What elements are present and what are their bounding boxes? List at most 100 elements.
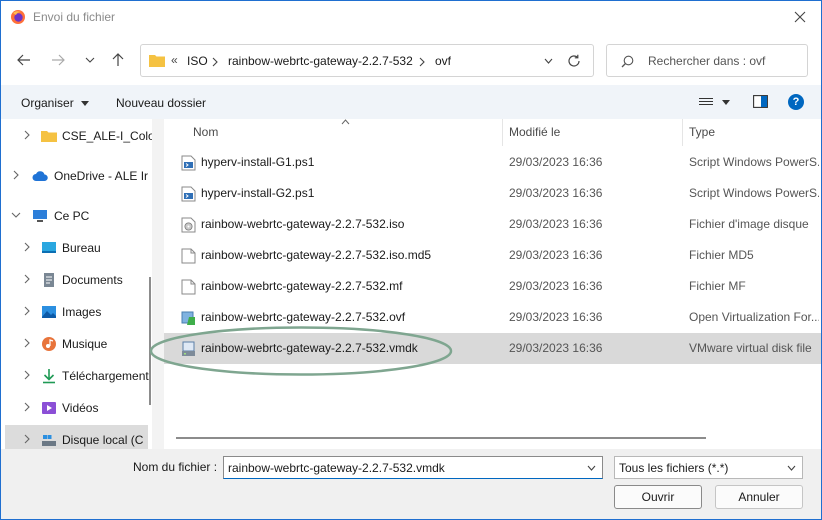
chevron-right-icon[interactable] xyxy=(22,273,32,285)
column-modified[interactable]: Modifié le xyxy=(509,125,560,139)
search-box[interactable]: Rechercher dans : ovf xyxy=(606,44,808,77)
chevron-down-icon xyxy=(85,57,95,63)
chevron-down-icon[interactable] xyxy=(544,58,553,64)
recent-locations-button[interactable] xyxy=(81,51,99,69)
sidebar-item-label: Disque local (C xyxy=(62,433,144,447)
filetype-value: Tous les fichiers (*.*) xyxy=(619,461,729,475)
chevron-right-icon[interactable] xyxy=(22,305,32,317)
file-type: Script Windows PowerS... xyxy=(689,155,819,169)
navigation-pane: CSE_ALE-I_Colo OneDrive - ALE Ir Ce PC B… xyxy=(1,119,152,449)
organize-button[interactable]: Organiser xyxy=(21,96,90,110)
chevron-right-icon[interactable] xyxy=(11,169,21,181)
table-row[interactable]: hyperv-install-G1.ps1 29/03/2023 16:36 S… xyxy=(164,147,821,178)
sidebar-item-documents[interactable]: Documents xyxy=(1,265,152,295)
cloud-icon xyxy=(32,171,48,181)
refresh-icon[interactable] xyxy=(567,54,581,68)
sidebar-item-images[interactable]: Images xyxy=(1,297,152,327)
view-list-icon[interactable] xyxy=(699,98,713,107)
table-row[interactable]: hyperv-install-G2.ps1 29/03/2023 16:36 S… xyxy=(164,178,821,209)
table-row[interactable]: rainbow-webrtc-gateway-2.2.7-532.mf 29/0… xyxy=(164,271,821,302)
chevron-down-icon xyxy=(787,465,796,471)
sidebar-item-downloads[interactable]: Téléchargement xyxy=(1,361,152,391)
chevron-right-icon[interactable] xyxy=(22,241,32,253)
document-icon xyxy=(44,273,54,287)
chevron-down-icon[interactable] xyxy=(587,465,596,471)
sidebar-item-desktop[interactable]: Bureau xyxy=(1,233,152,263)
caret-down-icon[interactable] xyxy=(722,100,730,105)
file-name: rainbow-webrtc-gateway-2.2.7-532.iso xyxy=(201,217,405,231)
sidebar-item-local-disk[interactable]: Disque local (C xyxy=(5,425,148,449)
file-date: 29/03/2023 16:36 xyxy=(509,155,603,169)
close-button[interactable] xyxy=(787,6,813,28)
filename-input[interactable]: rainbow-webrtc-gateway-2.2.7-532.vmdk xyxy=(223,456,603,479)
chevron-down-icon[interactable] xyxy=(11,209,21,221)
sidebar-item-music[interactable]: Musique xyxy=(1,329,152,359)
sidebar-item-label: Ce PC xyxy=(54,209,90,223)
chevron-right-icon[interactable] xyxy=(419,57,425,67)
chevron-right-icon[interactable] xyxy=(22,129,32,141)
title-bar: Envoi du fichier xyxy=(1,1,821,33)
sidebar-scrollbar[interactable] xyxy=(149,277,151,405)
column-type[interactable]: Type xyxy=(689,125,715,139)
file-dialog: Envoi du fichier « ISO rainbow-webrtc-ga… xyxy=(0,0,822,520)
search-icon xyxy=(621,55,634,68)
file-type: Open Virtualization For... xyxy=(689,310,819,324)
sidebar-item-onedrive[interactable]: OneDrive - ALE Ir xyxy=(1,161,152,191)
file-list: Nom Modifié le Type hyperv-install-G1.ps… xyxy=(164,119,821,449)
column-divider[interactable] xyxy=(682,119,683,146)
image-icon xyxy=(42,306,56,318)
filename-value[interactable]: rainbow-webrtc-gateway-2.2.7-532.vmdk xyxy=(228,461,445,475)
filetype-select[interactable]: Tous les fichiers (*.*) xyxy=(614,456,803,479)
vmdk-icon xyxy=(182,341,195,356)
chevron-right-icon[interactable] xyxy=(22,337,32,349)
chevron-right-icon[interactable] xyxy=(22,433,32,445)
column-name[interactable]: Nom xyxy=(193,125,218,139)
file-name: hyperv-install-G1.ps1 xyxy=(201,155,315,169)
table-row[interactable]: rainbow-webrtc-gateway-2.2.7-532.iso.md5… xyxy=(164,240,821,271)
cancel-button[interactable]: Annuler xyxy=(715,485,803,509)
horizontal-scrollbar[interactable] xyxy=(176,437,706,439)
firefox-icon xyxy=(11,10,25,24)
chevron-right-icon[interactable] xyxy=(212,57,218,67)
folder-icon xyxy=(41,131,57,142)
filename-label: Nom du fichier : xyxy=(133,460,218,474)
pane-splitter[interactable] xyxy=(152,119,164,449)
sort-ascending-icon xyxy=(341,119,350,125)
sidebar-item-videos[interactable]: Vidéos xyxy=(1,393,152,423)
table-row[interactable]: rainbow-webrtc-gateway-2.2.7-532.ovf 29/… xyxy=(164,302,821,333)
open-button[interactable]: Ouvrir xyxy=(614,485,702,509)
arrow-left-icon xyxy=(17,54,30,66)
disc-image-icon xyxy=(181,217,196,233)
preview-pane-icon[interactable] xyxy=(753,95,768,108)
up-button[interactable] xyxy=(109,51,127,69)
address-segment-gateway[interactable]: rainbow-webrtc-gateway-2.2.7-532 xyxy=(228,54,413,68)
file-date: 29/03/2023 16:36 xyxy=(509,341,603,355)
chevron-right-icon[interactable] xyxy=(22,401,32,413)
file-name: hyperv-install-G2.ps1 xyxy=(201,186,315,200)
new-folder-button[interactable]: Nouveau dossier xyxy=(116,96,206,110)
file-date: 29/03/2023 16:36 xyxy=(509,248,603,262)
address-segment-iso[interactable]: ISO xyxy=(187,54,208,68)
sidebar-item-cse-folder[interactable]: CSE_ALE-I_Colo xyxy=(1,121,152,151)
table-row-selected[interactable]: rainbow-webrtc-gateway-2.2.7-532.vmdk 29… xyxy=(164,333,821,364)
file-type: Fichier d'image disque xyxy=(689,217,809,231)
address-segment-ovf[interactable]: ovf xyxy=(435,54,451,68)
caret-down-icon xyxy=(81,101,90,107)
file-icon xyxy=(181,279,196,295)
table-row[interactable]: rainbow-webrtc-gateway-2.2.7-532.iso 29/… xyxy=(164,209,821,240)
sidebar-item-label: Documents xyxy=(62,273,123,287)
address-bar[interactable]: « ISO rainbow-webrtc-gateway-2.2.7-532 o… xyxy=(140,44,594,77)
search-input[interactable]: Rechercher dans : ovf xyxy=(648,54,765,68)
forward-button[interactable] xyxy=(49,51,67,69)
chevron-right-icon[interactable] xyxy=(22,369,32,381)
column-divider[interactable] xyxy=(502,119,503,146)
command-bar: Organiser Nouveau dossier ? xyxy=(1,85,821,119)
sidebar-item-label: Images xyxy=(62,305,102,319)
help-icon[interactable]: ? xyxy=(788,94,804,110)
sidebar-item-this-pc[interactable]: Ce PC xyxy=(1,201,152,231)
file-name: rainbow-webrtc-gateway-2.2.7-532.ovf xyxy=(201,310,406,324)
back-button[interactable] xyxy=(15,51,33,69)
computer-icon xyxy=(33,210,47,222)
address-overflow[interactable]: « xyxy=(171,53,178,67)
navigation-bar: « ISO rainbow-webrtc-gateway-2.2.7-532 o… xyxy=(1,33,821,85)
